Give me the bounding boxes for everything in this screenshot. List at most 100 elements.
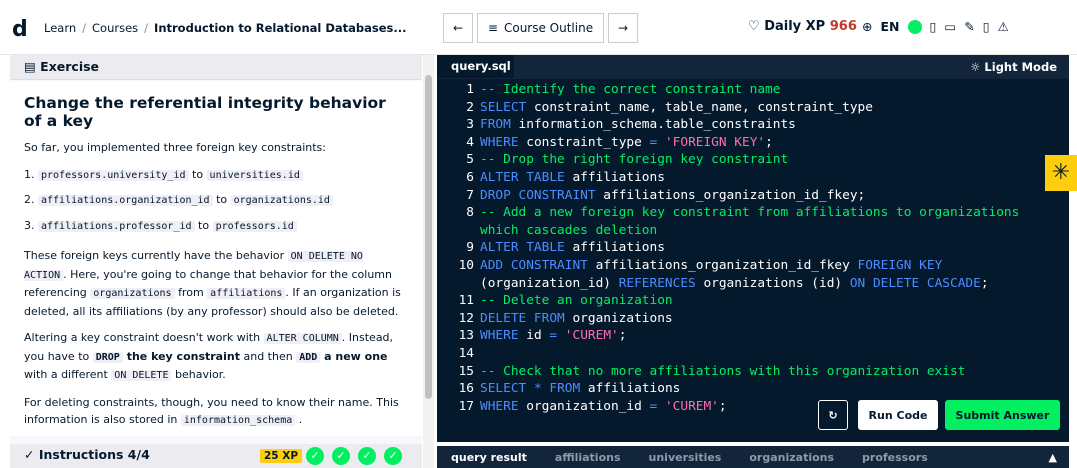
code-line[interactable]: 5 -- Drop the right foreign key constrain… [437,151,1069,169]
tab-affiliations[interactable]: affiliations [541,451,635,464]
line-number: 4 [466,134,474,150]
line-number: 11 [458,293,474,309]
xp-label: Daily XP [764,19,826,34]
breadcrumb-courses[interactable]: Courses [92,21,138,35]
code-line[interactable]: 11 -- Delete an organization [437,292,1069,310]
tab-organizations[interactable]: organizations [735,451,848,464]
code-inline: affiliations.organization_id [38,195,213,206]
code-line[interactable]: 1 -- Identify the correct constraint name [437,81,1069,99]
line-text: ALTER TABLE affiliations [480,240,665,256]
line-text: DROP CONSTRAINT affiliations_organizatio… [480,187,866,203]
toolbar-icons: ⊕ EN ▯ ▭ ✎ ▯ ⚠ [862,19,1009,34]
code-inline: ALTER COLUMN [263,333,342,344]
exercise-label: Exercise [40,59,100,74]
code-line[interactable]: 3 FROM information_schema.table_constrain… [437,116,1069,134]
status-dot [907,19,922,34]
breadcrumb: Learn / Courses / Introduction to Relational… [44,21,407,35]
code-line[interactable]: 12 DELETE FROM organizations [437,310,1069,328]
exercise-title: Change the referential integrity behavio… [24,94,386,130]
code-area[interactable]: 1 -- Identify the correct constraint name… [437,81,1069,415]
line-number: 5 [466,152,474,168]
text: the key constraint [126,349,240,363]
fk-list: 1. professors.university_id to universit… [24,166,408,236]
instructions-header[interactable]: ✓ Instructions 4/4 25 XP ✓ ✓ ✓ ✓ [10,444,422,468]
list-number: 1. [24,167,35,181]
breadcrumb-course-title[interactable]: Introduction to Relational Databases... [154,21,406,35]
tab-universities[interactable]: universities [635,451,736,464]
code-inline: DROP [92,351,123,363]
code-line[interactable]: 9 ALTER TABLE affiliations [437,239,1069,257]
run-code-button[interactable]: Run Code [858,400,938,430]
intro-text: So far, you implemented three foreign ke… [24,141,326,154]
check-icon: ✓ [384,447,402,465]
edit-icon[interactable]: ✎ [964,19,974,34]
check-icon: ✓ [332,447,350,465]
line-number: 13 [458,328,474,344]
sun-icon: ☼ [970,60,985,74]
code-line[interactable]: 16 SELECT * FROM affiliations [437,380,1069,398]
code-line[interactable]: 15 -- Check that no more affiliations wit… [437,363,1069,381]
line-number: 6 [466,169,474,185]
course-outline-label: Course Outline [503,21,594,35]
line-text: -- Add a new foreign key constraint from… [480,205,1028,238]
submit-answer-button[interactable]: Submit Answer [945,400,1060,430]
code-inline: organizations [90,288,175,299]
line-number: 2 [466,99,474,115]
breadcrumb-learn[interactable]: Learn [44,21,76,35]
code-inline: ADD [296,351,321,363]
mobile-icon[interactable]: ▯ [983,19,990,34]
light-mode-toggle[interactable]: ☼ Light Mode [970,60,1057,74]
code-line[interactable]: 13 WHERE id = 'CUREM'; [437,327,1069,345]
list-number: 2. [24,193,35,206]
code-inline: professors.id [212,220,297,232]
line-text: SELECT * FROM affiliations [480,381,681,397]
panel-scrollbar[interactable] [423,55,434,468]
globe-icon[interactable]: ⊕ [862,19,872,34]
datacamp-logo[interactable]: d [12,17,28,42]
list-to: to [198,218,210,232]
ai-assistant-icon[interactable]: ✳ [1045,155,1077,191]
text: These foreign keys currently have the be… [24,249,285,262]
line-text: ADD CONSTRAINT affiliations_organization… [480,257,989,291]
arrow-right-icon: → [617,21,629,35]
next-exercise-button[interactable]: → [608,13,638,43]
course-outline-button[interactable]: ≡ Course Outline [477,13,604,43]
arrow-left-icon: ← [452,21,464,35]
code-inline: ON DELETE [111,370,172,381]
line-number: 9 [466,240,474,256]
code-line[interactable]: 14 [437,345,1069,363]
tab-query-result[interactable]: query result [437,451,541,464]
line-text: DELETE FROM organizations [480,310,673,326]
reset-button[interactable]: ↻ [818,400,848,430]
code-line[interactable]: 10 ADD CONSTRAINT affiliations_organizati… [437,257,1069,292]
line-number: 15 [458,363,474,379]
line-text: WHERE id = 'CUREM'; [480,328,627,344]
slides-icon[interactable]: ▯ [930,19,937,34]
code-line[interactable]: 8 -- Add a new foreign key constraint fro… [437,204,1069,239]
prev-exercise-button[interactable]: ← [443,13,473,43]
exercise-panel: ▤ Exercise Change the referential integr… [10,55,422,468]
chevron-up-icon[interactable]: ▲ [1049,451,1069,464]
tab-professors[interactable]: professors [848,451,942,464]
text: with a different [24,368,108,381]
code-line[interactable]: 4 WHERE constraint_type = 'FOREIGN KEY'; [437,134,1069,152]
code-line[interactable]: 6 ALTER TABLE affiliations [437,169,1069,187]
list-to: to [216,193,228,206]
xp-value: 966 [829,19,857,34]
video-icon[interactable]: ▭ [944,19,956,34]
line-text: SELECT constraint_name, table_name, cons… [480,99,873,115]
scrollbar-thumb[interactable] [425,75,432,399]
code-inline: affiliations.professor_id [38,220,195,232]
language-selector[interactable]: EN [880,19,899,34]
line-text [480,345,1050,363]
tab-query-sql[interactable]: query.sql [437,55,514,78]
code-line[interactable]: 2 SELECT constraint_name, table_name, con… [437,99,1069,117]
editor-tabbar: query.sql ☼ Light Mode [437,55,1069,79]
top-bar: d Learn / Courses / Introduction to Relation… [0,0,1077,55]
line-number: 12 [458,310,474,326]
code-line[interactable]: 7 DROP CONSTRAINT affiliations_organizati… [437,187,1069,205]
warning-icon[interactable]: ⚠ [998,19,1009,34]
xp-badge: 25 XP [260,449,303,463]
paragraph-1: These foreign keys currently have the be… [24,247,408,320]
line-number: 17 [458,398,474,414]
